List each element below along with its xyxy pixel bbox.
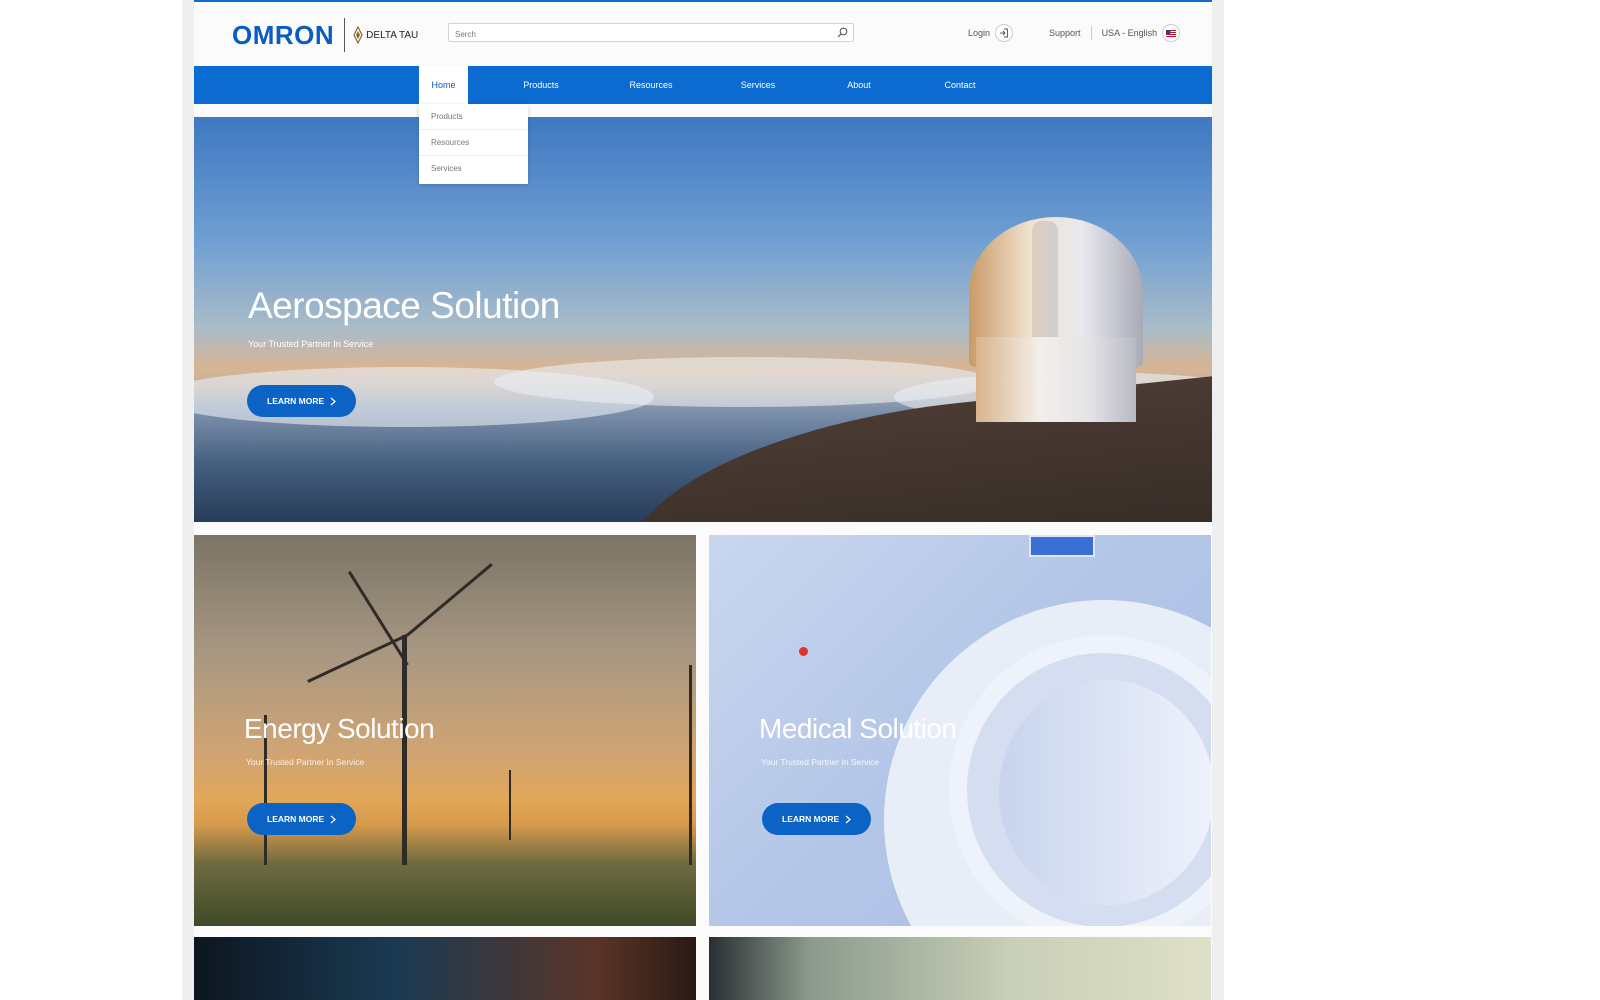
energy-card-subtitle: Your Trusted Partner In Service bbox=[246, 757, 365, 767]
hero-banner: Aerospace Solution Your Trusted Partner … bbox=[194, 117, 1212, 522]
wind-turbine-tower bbox=[509, 770, 511, 840]
dropdown-item-products[interactable]: Products bbox=[419, 104, 528, 130]
logo-text: OMRON bbox=[232, 20, 335, 50]
login-icon-wrap[interactable] bbox=[995, 24, 1014, 42]
home-dropdown-menu: Products Resources Services bbox=[419, 104, 528, 184]
chevron-right-icon bbox=[330, 815, 337, 823]
hero-title: Aerospace Solution bbox=[248, 285, 560, 326]
us-flag-icon[interactable] bbox=[1162, 24, 1181, 42]
hero-subtitle: Your Trusted Partner In Service bbox=[248, 339, 374, 349]
indicator-light bbox=[799, 647, 808, 656]
login-icon bbox=[1000, 28, 1008, 38]
energy-solution-card[interactable]: Energy Solution Your Trusted Partner In … bbox=[194, 535, 696, 926]
button-label: LEARN MORE bbox=[782, 814, 840, 824]
wind-turbine-tower bbox=[689, 665, 692, 865]
observatory-base bbox=[976, 337, 1136, 422]
nav-home[interactable]: Home bbox=[419, 66, 468, 104]
header-divider bbox=[1090, 26, 1092, 40]
scanner-bore bbox=[999, 680, 1211, 905]
wind-turbine-blade bbox=[307, 633, 409, 683]
chevron-right-icon bbox=[330, 397, 337, 405]
scanner-display bbox=[1029, 535, 1095, 557]
login-link[interactable]: Login bbox=[968, 24, 1014, 42]
nav-services[interactable]: Services bbox=[728, 66, 788, 104]
solution-card-partial[interactable] bbox=[194, 937, 696, 1000]
search-icon[interactable] bbox=[837, 27, 848, 38]
login-label: Login bbox=[968, 28, 991, 38]
site-header: OMRON DELTA TAU Login bbox=[194, 2, 1212, 66]
main-nav: Home Products Resources Services About C… bbox=[194, 66, 1212, 104]
nav-products[interactable]: Products bbox=[511, 66, 571, 104]
wind-turbine-blade bbox=[347, 570, 409, 666]
energy-learn-more-button[interactable]: LEARN MORE bbox=[247, 803, 357, 835]
delta-tau-logo: DELTA TAU bbox=[353, 26, 418, 44]
chevron-right-icon bbox=[845, 815, 852, 823]
energy-card-title: Energy Solution bbox=[244, 713, 435, 744]
medical-learn-more-button[interactable]: LEARN MORE bbox=[762, 803, 872, 835]
medical-card-title: Medical Solution bbox=[759, 713, 957, 744]
logo-divider bbox=[344, 18, 346, 52]
dropdown-item-resources[interactable]: Resources bbox=[419, 130, 528, 156]
medical-card-subtitle: Your Trusted Partner In Service bbox=[761, 757, 880, 767]
locale-selector[interactable]: USA - English bbox=[1102, 28, 1158, 38]
search-input[interactable] bbox=[455, 26, 825, 43]
nav-contact[interactable]: Contact bbox=[930, 66, 990, 104]
nav-about[interactable]: About bbox=[834, 66, 884, 104]
hero-learn-more-button[interactable]: LEARN MORE bbox=[247, 385, 357, 417]
omron-logo[interactable]: OMRON DELTA TAU bbox=[232, 18, 418, 52]
solution-card-partial[interactable] bbox=[709, 937, 1211, 1000]
wind-turbine-tower bbox=[402, 635, 407, 865]
delta-tau-diamond-icon bbox=[353, 26, 363, 44]
wind-turbine-blade bbox=[406, 563, 493, 637]
medical-solution-card[interactable]: Medical Solution Your Trusted Partner In… bbox=[709, 535, 1211, 926]
dropdown-item-services[interactable]: Services bbox=[419, 156, 528, 182]
sub-brand-text: DELTA TAU bbox=[366, 29, 419, 41]
button-label: LEARN MORE bbox=[267, 814, 325, 824]
header-links: Login Support USA - English bbox=[968, 22, 1181, 44]
nav-resources[interactable]: Resources bbox=[616, 66, 686, 104]
button-label: LEARN MORE bbox=[267, 396, 325, 406]
support-link[interactable]: Support bbox=[1049, 28, 1081, 38]
search-box[interactable] bbox=[448, 23, 854, 43]
